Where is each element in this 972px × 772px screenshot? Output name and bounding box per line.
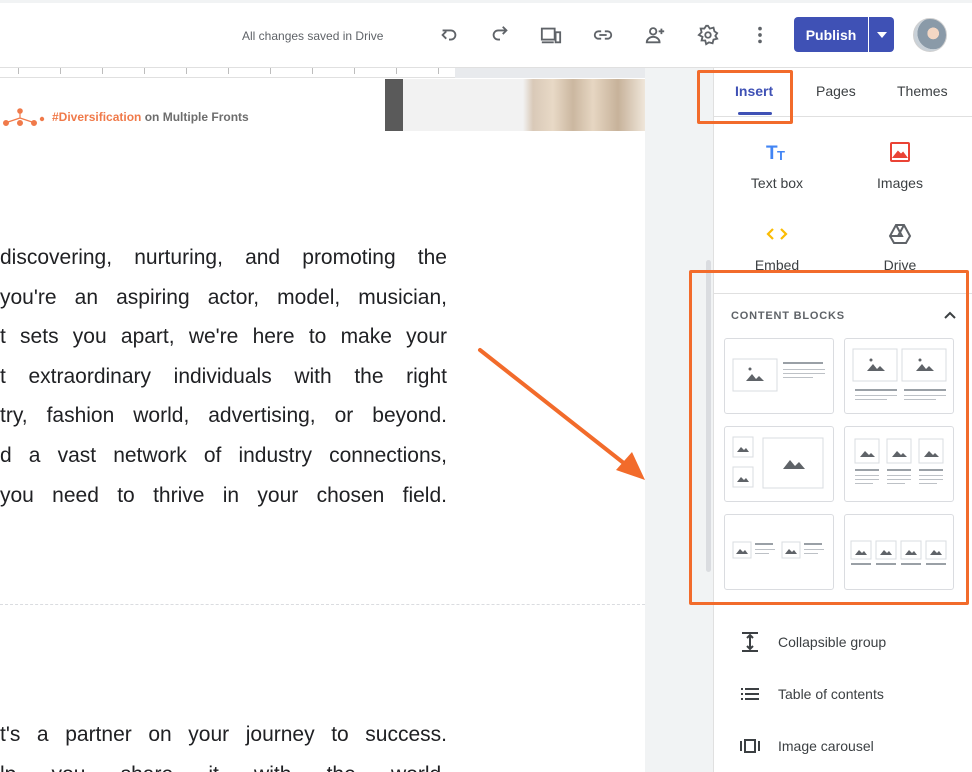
preview-icon[interactable] [538,22,564,48]
embed-icon [766,228,788,240]
paragraph-text[interactable]: discovering, nurturing, and promoting th… [0,238,447,515]
dropdown-icon [876,31,887,38]
paragraph-text-2[interactable]: t's a partner on your journey to success… [0,715,447,772]
insert-table-of-contents[interactable]: Table of contents [738,682,884,706]
text-box-icon: TT [766,143,785,164]
share-icon[interactable] [642,22,668,48]
insert-drive[interactable]: Drive [840,222,960,273]
undo-icon[interactable] [436,22,462,48]
header-image-strip[interactable]: #Diversification on Multiple Fronts [0,79,645,131]
insert-tab-highlight [697,70,793,124]
top-toolbar: All changes saved in Drive Publish [0,0,972,68]
page-canvas[interactable]: discovering, nurturing, and promoting th… [0,131,645,772]
network-dots-graphic [2,108,45,127]
insert-text-box[interactable]: TT Text box [717,140,837,191]
collapsible-group-icon [742,632,758,652]
drive-icon [888,224,912,244]
content-blocks-highlight [689,270,969,605]
insert-images[interactable]: Images [840,140,960,191]
more-icon[interactable] [747,22,773,48]
redo-icon[interactable] [487,22,513,48]
publish-button[interactable]: Publish [794,17,868,52]
insert-image-carousel[interactable]: Image carousel [738,734,874,758]
tab-pages[interactable]: Pages [816,83,856,99]
google-sites-editor: All changes saved in Drive Publish #Dive… [0,0,972,772]
table-of-contents-icon [741,688,759,700]
insert-collapsible-group[interactable]: Collapsible group [738,630,886,654]
publish-options-button[interactable] [869,17,894,52]
avatar[interactable] [913,18,947,52]
image-icon [890,142,910,162]
tab-themes[interactable]: Themes [897,83,948,99]
save-status: All changes saved in Drive [242,29,384,43]
link-icon[interactable] [590,22,616,48]
image-carousel-icon [740,739,760,753]
ruler [0,68,645,78]
header-title: #Diversification on Multiple Fronts [52,110,249,124]
header-photo [403,79,645,131]
svg-text:T: T [777,148,785,163]
insert-embed[interactable]: Embed [717,222,837,273]
section-divider [0,604,645,605]
settings-icon[interactable] [695,22,721,48]
